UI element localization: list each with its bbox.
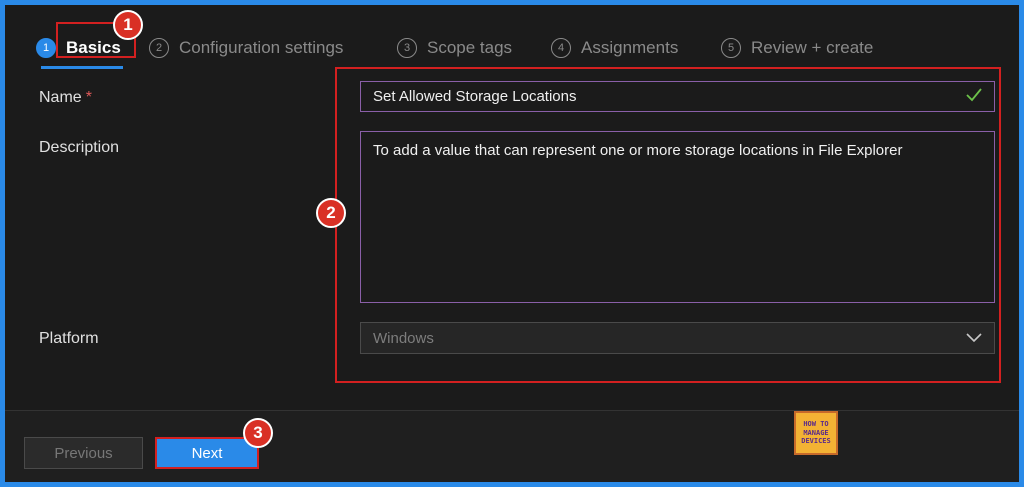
tab-assignments[interactable]: 4 Assignments [551, 33, 678, 63]
tab-label: Review + create [751, 38, 874, 57]
callout-badge-1: 1 [113, 10, 143, 40]
step-circle: 5 [721, 38, 741, 58]
previous-button[interactable]: Previous [24, 437, 143, 469]
step-circle: 1 [36, 38, 56, 58]
tab-label: Configuration settings [179, 38, 344, 57]
required-indicator: * [85, 89, 92, 106]
active-tab-underline [41, 66, 123, 69]
tab-label: Assignments [581, 38, 679, 57]
name-label-text: Name [39, 89, 82, 106]
step-circle: 4 [551, 38, 571, 58]
step-circle: 2 [149, 38, 169, 58]
tab-scope-tags[interactable]: 3 Scope tags [397, 33, 512, 63]
callout-badge-3: 3 [243, 418, 273, 448]
tab-configuration-settings[interactable]: 2 Configuration settings [149, 33, 343, 63]
logo-line-1: HOW TO [803, 420, 829, 429]
callout-box-form [335, 67, 1001, 383]
logo-line-2: MANAGE [803, 428, 829, 437]
wizard-main: 1 Basics 2 Configuration settings 3 Scop… [5, 5, 1019, 410]
next-button[interactable]: Next [155, 437, 259, 469]
wizard-footer: Previous Next 3 HOW TO MANAGE DEVICES [5, 410, 1019, 482]
logo-line-3: DEVICES [801, 437, 831, 446]
tab-label: Scope tags [427, 38, 513, 57]
how-to-manage-devices-logo: HOW TO MANAGE DEVICES [794, 411, 838, 455]
description-label: Description [39, 139, 120, 156]
callout-badge-2: 2 [316, 198, 346, 228]
tab-review-create[interactable]: 5 Review + create [721, 33, 873, 63]
name-label: Name * [39, 89, 92, 107]
step-circle: 3 [397, 38, 417, 58]
platform-label: Platform [39, 330, 99, 347]
